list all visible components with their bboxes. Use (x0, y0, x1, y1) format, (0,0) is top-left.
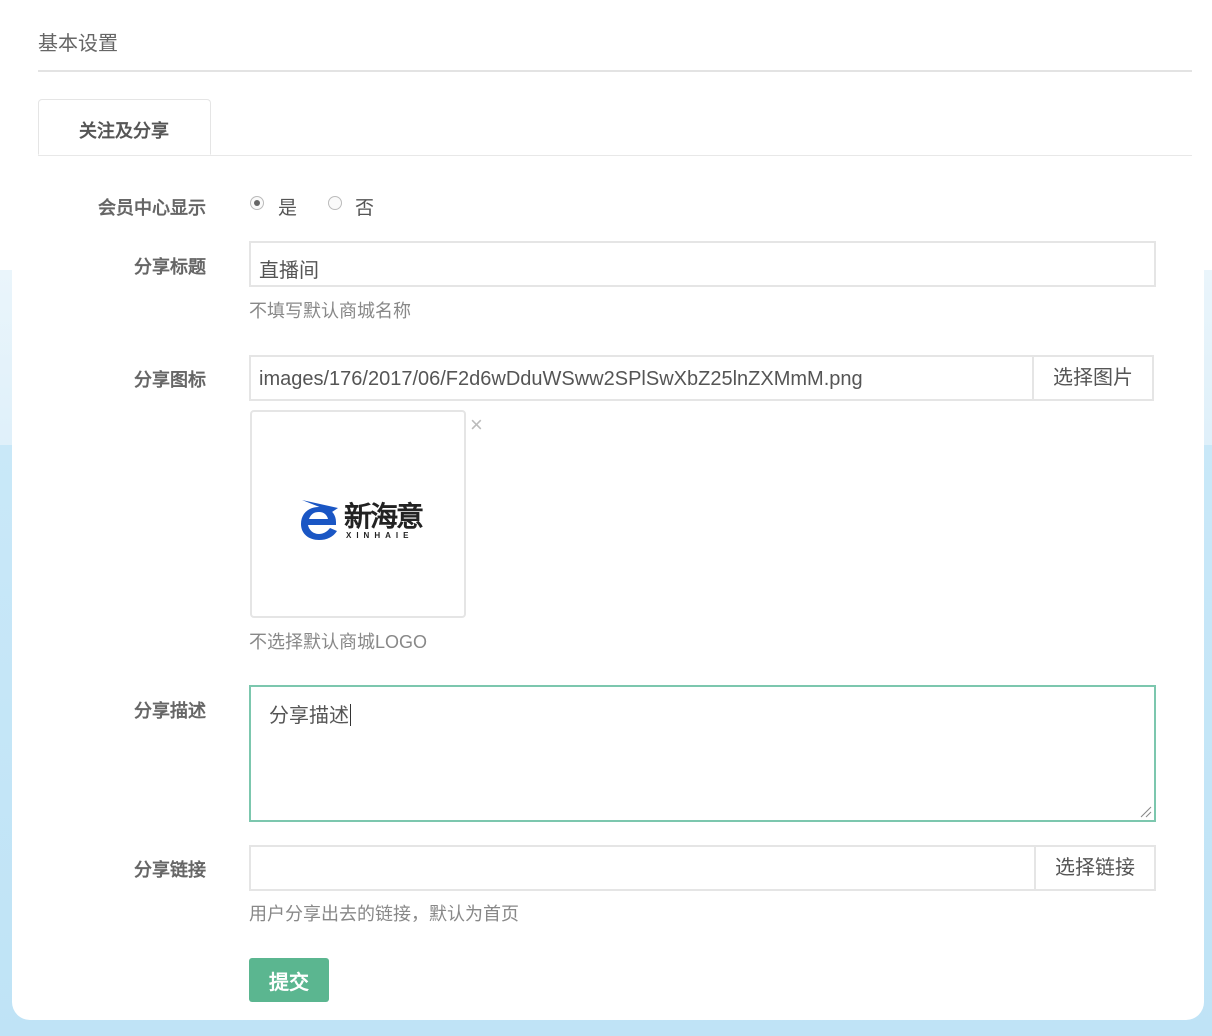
radio-no-label[interactable]: 否 (355, 193, 374, 220)
tab-label: 关注及分享 (79, 121, 169, 141)
logo-e-icon (301, 500, 338, 540)
share-icon-help: 不选择默认商城LOGO (249, 632, 428, 652)
tab-divider (38, 155, 1192, 156)
share-icon-label: 分享图标 (134, 370, 206, 390)
share-link-label: 分享链接 (134, 860, 206, 880)
share-link-help: 用户分享出去的链接，默认为首页 (249, 904, 519, 924)
member-center-label: 会员中心显示 (98, 198, 206, 218)
radio-no[interactable] (328, 196, 342, 210)
share-title-label: 分享标题 (134, 257, 206, 277)
remove-image-icon[interactable]: × (470, 412, 483, 438)
submit-button[interactable]: 提交 (249, 958, 329, 1002)
share-link-input[interactable] (249, 845, 1036, 891)
section-header: 基本设置 (38, 0, 1192, 72)
logo-subtext: XINHAIE (346, 531, 414, 540)
radio-yes[interactable] (250, 196, 264, 210)
share-title-input[interactable]: 直播间 (249, 241, 1156, 287)
share-description-label: 分享描述 (134, 701, 206, 721)
radio-yes-label[interactable]: 是 (278, 193, 297, 220)
resize-handle-icon[interactable] (1138, 804, 1152, 818)
share-title-help: 不填写默认商城名称 (249, 301, 411, 321)
share-icon-path-input[interactable]: images/176/2017/06/F2d6wDduWSww2SPlSwXbZ… (249, 355, 1034, 401)
logo-text: 新海意 (344, 501, 424, 532)
section-title: 基本设置 (38, 33, 118, 55)
select-image-button[interactable]: 选择图片 (1032, 355, 1154, 401)
select-link-button[interactable]: 选择链接 (1034, 845, 1156, 891)
logo: 新海意 XINHAIE (298, 498, 424, 547)
tab-follow-share[interactable]: 关注及分享 (38, 99, 211, 155)
icon-preview: 新海意 XINHAIE (250, 410, 466, 618)
share-description-value: 分享描述 (269, 705, 349, 727)
text-caret (350, 704, 351, 726)
share-description-textarea[interactable]: 分享描述 (249, 685, 1156, 822)
